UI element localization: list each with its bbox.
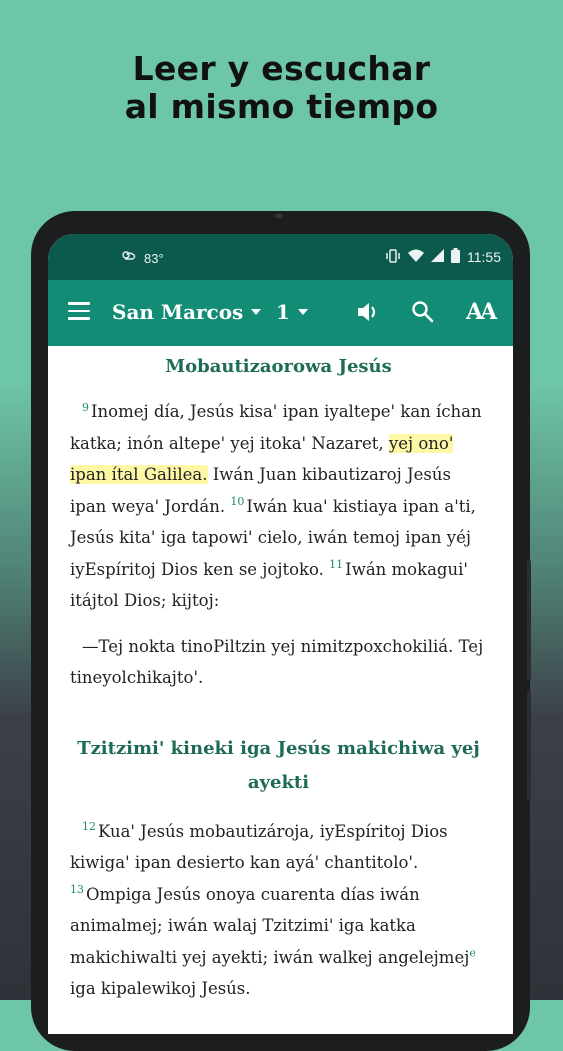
battery-icon — [451, 248, 460, 266]
paragraph: 12 Kuaꞌ Jesús mobautizároja, iyEspíritoj … — [70, 816, 487, 1005]
phone-camera — [275, 214, 283, 218]
chevron-down-icon — [297, 309, 308, 315]
headline-line-1: Leer y escuchar — [132, 49, 431, 88]
verse-text[interactable]: Ompiga Jesús onoya cuarenta días iwán an… — [70, 885, 469, 967]
verse-text[interactable]: Kuaꞌ Jesús mobautizároja, iyEspíritoj Di… — [70, 822, 448, 873]
app-screen: 83° 11:55 San Marcos 1 AA Mobautizaorowa… — [48, 234, 513, 1034]
chapter-selector[interactable]: 1 — [276, 300, 308, 324]
clock: 11:55 — [467, 249, 501, 265]
status-bar: 83° 11:55 — [48, 234, 513, 280]
verse-text[interactable]: iga kipalewikoj Jesús. — [70, 979, 251, 998]
status-right: 11:55 — [385, 248, 501, 266]
search-icon[interactable] — [408, 298, 436, 326]
book-selector[interactable]: San Marcos — [112, 300, 262, 324]
headline: Leer y escuchar al mismo tiempo — [0, 50, 563, 126]
signal-icon — [431, 249, 444, 265]
scripture-content: Mobautizaorowa Jesús 9 Inomej día, Jesús … — [48, 350, 513, 1005]
headline-line-2: al mismo tiempo — [124, 87, 439, 126]
toolbar: San Marcos 1 AA — [48, 280, 513, 346]
wifi-icon — [408, 249, 424, 265]
footnote-marker[interactable]: e — [469, 946, 476, 959]
section-title: Mobautizaorowa Jesús — [165, 356, 392, 377]
quote-paragraph[interactable]: —Tej nokta tinoPiltzin yej nimitzpoxchok… — [70, 631, 487, 694]
verse-number[interactable]: 9 — [82, 401, 89, 414]
hamburger-menu-icon[interactable] — [68, 302, 90, 320]
text-size-icon[interactable]: AA — [466, 298, 500, 326]
book-name: San Marcos — [112, 300, 244, 324]
chapter-number: 1 — [276, 300, 290, 324]
section-title: Tzitzimiꞌ kineki iga Jesús makichiwa yej… — [77, 737, 480, 793]
chevron-down-icon — [251, 309, 262, 315]
verse-number[interactable]: 13 — [70, 883, 84, 896]
speaker-icon[interactable] — [354, 298, 382, 326]
status-left: 83° — [120, 249, 164, 268]
phone-side-button-lower — [527, 690, 531, 800]
weather-icon — [120, 249, 136, 268]
verse-number[interactable]: 11 — [329, 558, 343, 571]
phone-side-button-upper — [527, 560, 531, 680]
verse-number[interactable]: 10 — [230, 495, 244, 508]
text-size-label: AA — [466, 299, 497, 325]
temperature: 83° — [144, 251, 164, 266]
paragraph: 9 Inomej día, Jesús kisaꞌ ipan iyaltepeꞌ … — [70, 396, 487, 617]
vibrate-icon — [385, 248, 401, 266]
verse-number[interactable]: 12 — [82, 820, 96, 833]
